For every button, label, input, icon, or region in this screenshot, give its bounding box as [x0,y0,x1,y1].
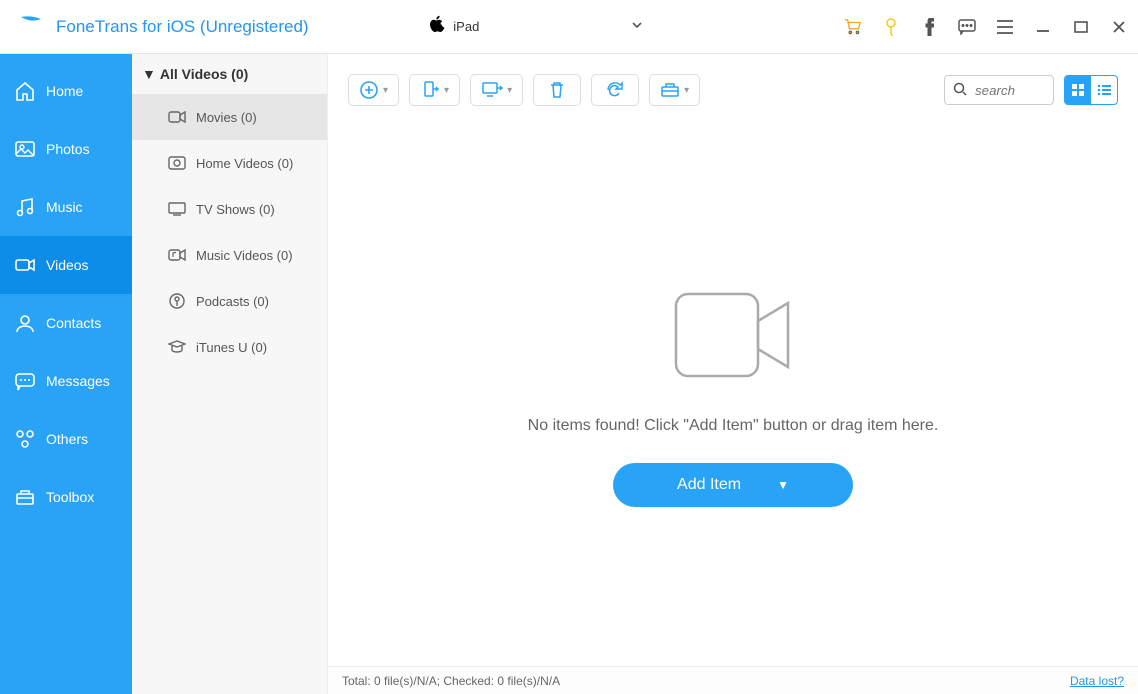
chevron-down-icon: ▾ [507,85,512,96]
sidebar-item-photos[interactable]: Photos [0,120,132,178]
toolbox-button[interactable]: ▾ [649,74,700,106]
toolbox-icon [14,486,36,508]
movies-icon [168,108,186,126]
videos-icon [14,254,36,276]
search-icon [953,82,967,99]
delete-button[interactable] [533,74,581,106]
grid-view-button[interactable] [1065,76,1091,104]
messages-icon [14,370,36,392]
search-input[interactable] [973,82,1043,99]
podcasts-icon [168,292,186,310]
category-label: TV Shows (0) [196,202,275,217]
facebook-icon[interactable] [920,18,938,36]
chevron-down-icon: ▾ [444,85,449,96]
category-tv-shows[interactable]: TV Shows (0) [132,186,327,232]
tv-icon [168,200,186,218]
main-sidebar: Home Photos Music Videos Contacts Messag… [0,54,132,694]
home-icon [14,80,36,102]
main-panel: ▾ ▾ ▾ ▾ [328,54,1138,694]
home-videos-icon [168,154,186,172]
export-pc-button[interactable]: ▾ [470,74,523,106]
sidebar-label: Toolbox [46,489,94,505]
sidebar-label: Photos [46,141,90,157]
category-label: iTunes U (0) [196,340,267,355]
status-text: Total: 0 file(s)/N/A; Checked: 0 file(s)… [342,674,560,688]
category-home-videos[interactable]: Home Videos (0) [132,140,327,186]
category-header[interactable]: ▼ All Videos (0) [132,54,327,94]
device-name: iPad [453,19,479,34]
view-toggle [1064,75,1118,105]
sidebar-item-home[interactable]: Home [0,62,132,120]
device-selector[interactable]: iPad [416,11,656,43]
refresh-button[interactable] [591,74,639,106]
category-panel: ▼ All Videos (0) Movies (0) Home Videos … [132,54,328,694]
sidebar-label: Contacts [46,315,101,331]
search-box[interactable] [944,75,1054,105]
sidebar-label: Videos [46,257,89,273]
music-icon [14,196,36,218]
chevron-down-icon: ▾ [684,85,689,96]
apple-icon [429,15,445,38]
category-header-label: All Videos (0) [160,66,248,82]
cart-icon[interactable] [844,18,862,36]
others-icon [14,428,36,450]
app-title: FoneTrans for iOS (Unregistered) [56,17,309,37]
add-item-button[interactable]: Add Item ▼ [613,463,853,507]
maximize-icon[interactable] [1072,18,1090,36]
add-item-label: Add Item [677,476,741,494]
menu-icon[interactable] [996,18,1014,36]
export-device-button[interactable]: ▾ [409,74,460,106]
feedback-icon[interactable] [958,18,976,36]
minimize-icon[interactable] [1034,18,1052,36]
category-label: Movies (0) [196,110,257,125]
dropdown-triangle-icon: ▼ [777,478,789,492]
photos-icon [14,138,36,160]
itunesu-icon [168,338,186,356]
category-label: Home Videos (0) [196,156,293,171]
key-icon[interactable] [882,18,900,36]
category-podcasts[interactable]: Podcasts (0) [132,278,327,324]
chevron-down-icon: ▾ [383,85,388,96]
sidebar-item-videos[interactable]: Videos [0,236,132,294]
sidebar-item-messages[interactable]: Messages [0,352,132,410]
category-itunes-u[interactable]: iTunes U (0) [132,324,327,370]
sidebar-label: Others [46,431,88,447]
data-lost-link[interactable]: Data lost? [1070,674,1124,688]
empty-message: No items found! Click "Add Item" button … [528,417,939,435]
empty-camera-icon [668,286,798,389]
title-bar: FoneTrans for iOS (Unregistered) iPad [0,0,1138,54]
music-videos-icon [168,246,186,264]
content-area[interactable]: No items found! Click "Add Item" button … [328,126,1138,666]
sidebar-item-music[interactable]: Music [0,178,132,236]
add-button[interactable]: ▾ [348,74,399,106]
list-view-button[interactable] [1091,76,1117,104]
toolbar: ▾ ▾ ▾ ▾ [328,54,1138,126]
category-music-videos[interactable]: Music Videos (0) [132,232,327,278]
sidebar-item-contacts[interactable]: Contacts [0,294,132,352]
category-movies[interactable]: Movies (0) [132,94,327,140]
sidebar-item-toolbox[interactable]: Toolbox [0,468,132,526]
chevron-down-icon [631,19,643,34]
close-icon[interactable] [1110,18,1128,36]
sidebar-label: Messages [46,373,110,389]
sidebar-item-others[interactable]: Others [0,410,132,468]
sidebar-label: Music [46,199,83,215]
contacts-icon [14,312,36,334]
sidebar-label: Home [46,83,83,99]
category-label: Podcasts (0) [196,294,269,309]
category-label: Music Videos (0) [196,248,293,263]
status-bar: Total: 0 file(s)/N/A; Checked: 0 file(s)… [328,666,1138,694]
window-controls [844,18,1128,36]
collapse-icon: ▼ [142,66,156,82]
app-logo [16,12,46,42]
